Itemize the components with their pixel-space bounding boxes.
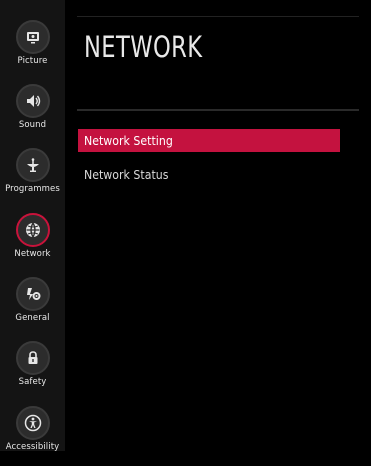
sidebar-item-picture[interactable]: Picture: [0, 20, 65, 80]
sidebar-item-safety[interactable]: Safety: [0, 341, 65, 401]
sidebar-item-sound[interactable]: Sound: [0, 84, 65, 144]
satellite-dish-icon: [15, 148, 50, 182]
gears-icon: [15, 277, 50, 311]
speaker-icon: [15, 84, 50, 118]
menu-item-network-status[interactable]: Network Status: [78, 163, 340, 186]
sidebar-item-label: General: [15, 313, 50, 323]
main-panel: NETWORK Network Setting Network Status: [65, 0, 371, 451]
page-title: NETWORK: [84, 30, 203, 64]
settings-sidebar: Picture Sound Programmes Network General…: [0, 0, 65, 452]
sidebar-item-label: Network: [14, 249, 51, 259]
sidebar-item-accessibility[interactable]: Accessibility: [0, 406, 65, 466]
sidebar-item-label: Sound: [18, 120, 47, 130]
menu-item-network-setting[interactable]: Network Setting: [78, 129, 340, 152]
top-divider: [77, 16, 359, 17]
globe-icon: [15, 213, 50, 247]
accessibility-icon: [15, 406, 50, 440]
sidebar-item-label: Programmes: [5, 184, 60, 194]
padlock-icon: [15, 341, 50, 375]
sidebar-item-label: Safety: [18, 377, 47, 387]
menu-item-label: Network Setting: [84, 133, 173, 148]
sidebar-item-network[interactable]: Network: [0, 213, 65, 273]
picture-icon: [15, 20, 50, 54]
sidebar-item-label: Picture: [17, 56, 48, 66]
title-divider: [77, 109, 359, 111]
menu-item-label: Network Status: [84, 167, 169, 182]
sidebar-item-programmes[interactable]: Programmes: [0, 148, 65, 208]
sidebar-item-general[interactable]: General: [0, 277, 65, 337]
